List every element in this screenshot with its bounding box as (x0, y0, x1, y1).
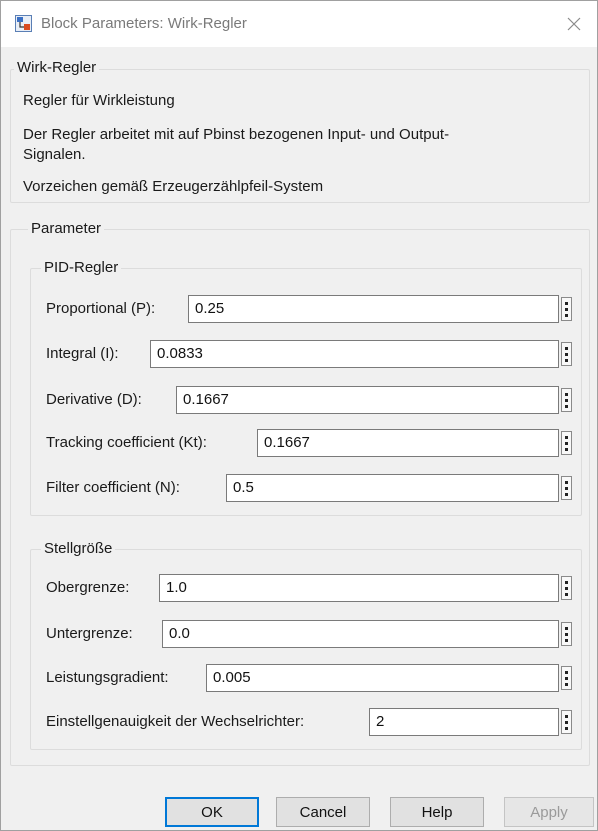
obergrenze-input[interactable]: 1.0 (159, 574, 559, 602)
apply-button[interactable]: Apply (504, 797, 594, 827)
filter-menu-icon[interactable] (561, 476, 572, 500)
leistungsgradient-input[interactable]: 0.005 (206, 664, 559, 692)
einstellgenauigkeit-input[interactable]: 2 (369, 708, 559, 736)
close-icon (567, 17, 581, 31)
derivative-menu-icon[interactable] (561, 388, 572, 412)
proportional-label: Proportional (P): (46, 300, 156, 317)
stell-legend: Stellgröße (41, 540, 116, 558)
untergrenze-label: Untergrenze: (46, 625, 133, 642)
tracking-menu-icon[interactable] (561, 431, 572, 455)
help-button[interactable]: Help (390, 797, 484, 827)
obergrenze-menu-icon[interactable] (561, 576, 572, 600)
description-line-2b: Signalen. (23, 146, 86, 163)
tracking-label: Tracking coefficient (Kt): (46, 434, 207, 451)
filter-label: Filter coefficient (N): (46, 479, 180, 496)
title-bar: Block Parameters: Wirk-Regler (1, 1, 597, 47)
parameter-legend: Parameter (28, 220, 105, 238)
derivative-input[interactable]: 0.1667 (176, 386, 559, 414)
leistungsgradient-label: Leistungsgradient: (46, 669, 169, 686)
filter-input[interactable]: 0.5 (226, 474, 559, 502)
description-line-2a: Der Regler arbeitet mit auf Pbinst bezog… (23, 126, 450, 143)
ok-button[interactable]: OK (165, 797, 259, 827)
untergrenze-menu-icon[interactable] (561, 622, 572, 646)
tracking-input[interactable]: 0.1667 (257, 429, 559, 457)
simulink-block-icon (15, 15, 32, 32)
close-button[interactable] (551, 1, 597, 47)
block-parameters-dialog: Block Parameters: Wirk-Regler Wirk-Regle… (0, 0, 598, 831)
leistungsgradient-menu-icon[interactable] (561, 666, 572, 690)
integral-menu-icon[interactable] (561, 342, 572, 366)
derivative-label: Derivative (D): (46, 391, 142, 408)
window-title: Block Parameters: Wirk-Regler (41, 15, 247, 32)
untergrenze-input[interactable]: 0.0 (162, 620, 559, 648)
obergrenze-label: Obergrenze: (46, 579, 130, 596)
cancel-button[interactable]: Cancel (276, 797, 370, 827)
proportional-menu-icon[interactable] (561, 297, 572, 321)
integral-input[interactable]: 0.0833 (150, 340, 559, 368)
description-line-1: Regler für Wirkleistung (23, 92, 175, 109)
description-legend: Wirk-Regler (14, 59, 100, 77)
description-line-3: Vorzeichen gemäß Erzeugerzählpfeil-Syste… (23, 178, 324, 195)
integral-label: Integral (I): (46, 345, 119, 362)
proportional-input[interactable]: 0.25 (188, 295, 559, 323)
pid-legend: PID-Regler (41, 259, 122, 277)
einstellgenauigkeit-menu-icon[interactable] (561, 710, 572, 734)
einstellgenauigkeit-label: Einstellgenauigkeit der Wechselrichter: (46, 713, 305, 730)
